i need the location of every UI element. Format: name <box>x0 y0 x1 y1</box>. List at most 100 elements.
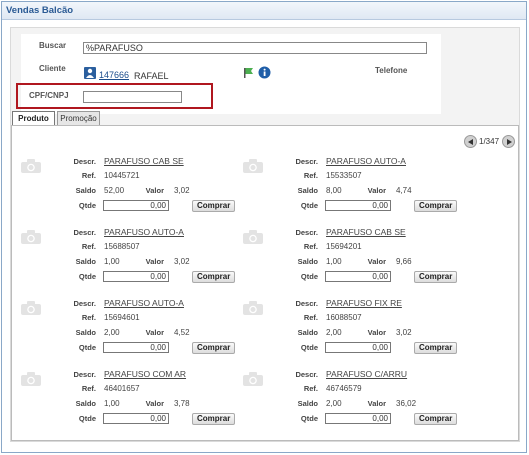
ref-label: Ref. <box>81 384 96 393</box>
product-valor: 3,02 <box>174 186 190 195</box>
product-saldo: 8,00 <box>326 186 342 195</box>
descr-label: Descr. <box>73 228 96 237</box>
product-descr-link[interactable]: PARAFUSO COM AR <box>104 369 186 379</box>
product-ref: 46746579 <box>326 384 362 393</box>
descr-label: Descr. <box>295 157 318 166</box>
product-saldo: 1,00 <box>104 257 120 266</box>
product-valor: 4,74 <box>396 186 412 195</box>
product-descr-link[interactable]: PARAFUSO FIX RE <box>326 298 402 308</box>
product-ref: 10445721 <box>104 171 140 180</box>
product-descr-link[interactable]: PARAFUSO CAB SE <box>326 227 406 237</box>
window-titlebar: Vendas Balcão <box>2 2 526 20</box>
product-descr-link[interactable]: PARAFUSO CAB SE <box>104 156 184 166</box>
product-ref: 15688507 <box>104 242 140 251</box>
product-ref: 46401657 <box>104 384 140 393</box>
ref-label: Ref. <box>81 313 96 322</box>
comprar-button[interactable]: Comprar <box>192 200 236 212</box>
qtde-label: Qtde <box>78 272 96 281</box>
valor-label: Valor <box>367 328 386 337</box>
product-valor: 3,02 <box>174 257 190 266</box>
valor-label: Valor <box>145 328 164 337</box>
saldo-label: Saldo <box>75 328 96 337</box>
product-card: Descr. PARAFUSO COM AR Ref. 46401657 Saldo 1,… <box>20 369 250 429</box>
qtde-label: Qtde <box>300 343 318 352</box>
quantity-input[interactable]: 0,00 <box>103 413 169 424</box>
ref-label: Ref. <box>81 242 96 251</box>
ref-label: Ref. <box>81 171 96 180</box>
product-saldo: 2,00 <box>326 399 342 408</box>
comprar-button[interactable]: Comprar <box>192 413 236 425</box>
prev-page-button[interactable] <box>464 135 477 148</box>
product-valor: 4,52 <box>174 328 190 337</box>
product-card: Descr. PARAFUSO AUTO-A Ref. 15533507 Saldo 8,… <box>242 156 472 216</box>
saldo-label: Saldo <box>297 186 318 195</box>
sales-window: Vendas Balcão Buscar %PARAFUSO Cliente 1… <box>1 1 527 453</box>
product-card: Descr. PARAFUSO C/ARRU Ref. 46746579 Saldo 2,… <box>242 369 472 429</box>
product-valor: 9,66 <box>396 257 412 266</box>
valor-label: Valor <box>145 399 164 408</box>
valor-label: Valor <box>367 399 386 408</box>
descr-label: Descr. <box>295 299 318 308</box>
cliente-code-link[interactable]: 147666 <box>99 70 129 80</box>
valor-label: Valor <box>367 257 386 266</box>
info-icon[interactable] <box>258 66 271 79</box>
product-valor: 3,02 <box>396 328 412 337</box>
product-valor: 36,02 <box>396 399 417 408</box>
product-descr-link[interactable]: PARAFUSO AUTO-A <box>104 298 184 308</box>
comprar-button[interactable]: Comprar <box>414 271 458 283</box>
quantity-input[interactable]: 0,00 <box>103 200 169 211</box>
product-valor: 3,78 <box>174 399 190 408</box>
flag-icon[interactable] <box>243 67 254 78</box>
product-card: Descr. PARAFUSO CAB SE Ref. 10445721 Saldo 52… <box>20 156 250 216</box>
tab-produto[interactable]: Produto <box>12 111 55 126</box>
quantity-input[interactable]: 0,00 <box>325 271 391 282</box>
product-card: Descr. PARAFUSO AUTO-A Ref. 15694601 Saldo 2,… <box>20 298 250 358</box>
product-card: Descr. PARAFUSO AUTO-A Ref. 15688507 Saldo 1,… <box>20 227 250 287</box>
qtde-label: Qtde <box>78 201 96 210</box>
qtde-label: Qtde <box>78 414 96 423</box>
product-ref: 15694601 <box>104 313 140 322</box>
camera-icon <box>20 158 42 174</box>
buscar-input[interactable]: %PARAFUSO <box>83 42 427 54</box>
product-card: Descr. PARAFUSO CAB SE Ref. 15694201 Saldo 1,… <box>242 227 472 287</box>
cliente-label: Cliente <box>39 64 66 73</box>
descr-label: Descr. <box>73 299 96 308</box>
ref-label: Ref. <box>303 313 318 322</box>
product-saldo: 1,00 <box>326 257 342 266</box>
comprar-button[interactable]: Comprar <box>192 271 236 283</box>
quantity-input[interactable]: 0,00 <box>325 200 391 211</box>
highlight-box <box>16 83 213 109</box>
client-search-icon[interactable] <box>84 67 96 79</box>
product-saldo: 52,00 <box>104 186 125 195</box>
quantity-input[interactable]: 0,00 <box>325 413 391 424</box>
tab-promocao[interactable]: Promoção <box>57 111 100 126</box>
ref-label: Ref. <box>303 242 318 251</box>
comprar-button[interactable]: Comprar <box>414 200 458 212</box>
quantity-input[interactable]: 0,00 <box>325 342 391 353</box>
product-saldo: 2,00 <box>326 328 342 337</box>
camera-icon <box>242 371 264 387</box>
product-descr-link[interactable]: PARAFUSO AUTO-A <box>104 227 184 237</box>
camera-icon <box>20 371 42 387</box>
comprar-button[interactable]: Comprar <box>192 342 236 354</box>
product-grid: 1/347 Descr. PARAFUSO CAB SE Ref. 10445721 S… <box>11 125 519 441</box>
product-descr-link[interactable]: PARAFUSO AUTO-A <box>326 156 406 166</box>
comprar-button[interactable]: Comprar <box>414 342 458 354</box>
quantity-input[interactable]: 0,00 <box>103 271 169 282</box>
valor-label: Valor <box>145 186 164 195</box>
product-descr-link[interactable]: PARAFUSO C/ARRU <box>326 369 407 379</box>
page-indicator: 1/347 <box>479 137 500 146</box>
comprar-button[interactable]: Comprar <box>414 413 458 425</box>
qtde-label: Qtde <box>78 343 96 352</box>
camera-icon <box>242 158 264 174</box>
buscar-label: Buscar <box>39 41 67 50</box>
camera-icon <box>20 229 42 245</box>
saldo-label: Saldo <box>297 328 318 337</box>
saldo-label: Saldo <box>297 399 318 408</box>
product-saldo: 1,00 <box>104 399 120 408</box>
tab-bar: Produto Promoção <box>11 111 511 126</box>
descr-label: Descr. <box>73 157 96 166</box>
quantity-input[interactable]: 0,00 <box>103 342 169 353</box>
next-page-button[interactable] <box>502 135 515 148</box>
product-ref: 16088507 <box>326 313 362 322</box>
